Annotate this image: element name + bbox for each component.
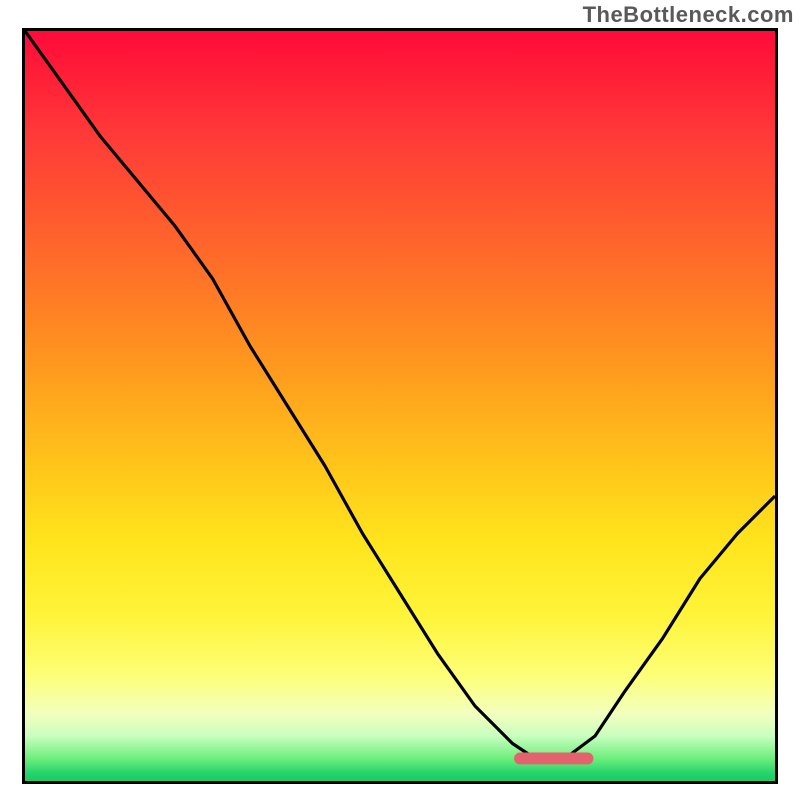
chart-svg	[25, 31, 775, 781]
watermark-text: TheBottleneck.com	[583, 2, 794, 28]
bottleneck-curve	[25, 31, 775, 758]
chart-stage: TheBottleneck.com	[0, 0, 800, 800]
plot-area	[22, 28, 778, 784]
